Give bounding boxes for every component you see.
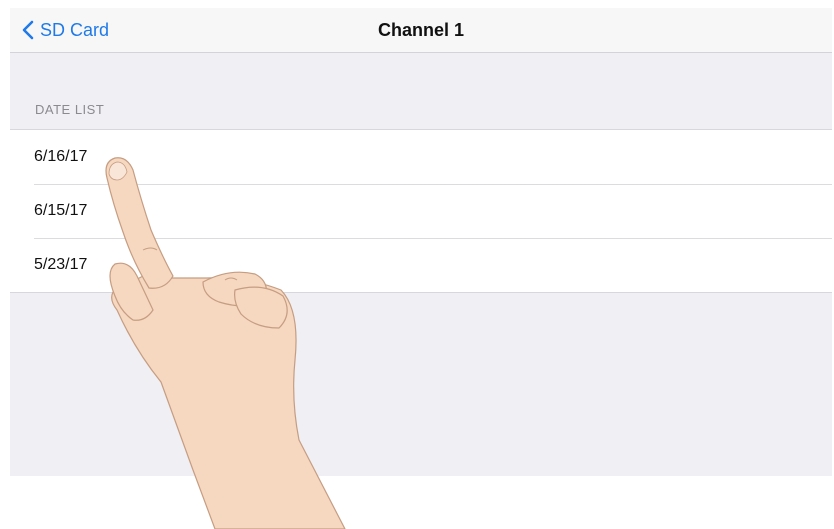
date-list: 6/16/17 6/15/17 5/23/17 bbox=[10, 129, 832, 293]
app-screen: SD Card Channel 1 DATE LIST 6/16/17 6/15… bbox=[10, 8, 832, 476]
page-title: Channel 1 bbox=[377, 20, 465, 40]
list-item-date-3[interactable]: 5/23/17 bbox=[10, 238, 832, 292]
list-item-date-1[interactable]: 6/16/17 bbox=[10, 130, 832, 184]
navigation-bar: SD Card Channel 1 bbox=[10, 8, 832, 53]
list-item-date-2[interactable]: 6/15/17 bbox=[10, 184, 832, 238]
back-button-label: SD Card bbox=[40, 19, 110, 40]
section-header-date-list: DATE LIST bbox=[35, 102, 105, 117]
back-button[interactable]: SD Card bbox=[22, 8, 109, 52]
chevron-left-icon bbox=[22, 20, 34, 40]
